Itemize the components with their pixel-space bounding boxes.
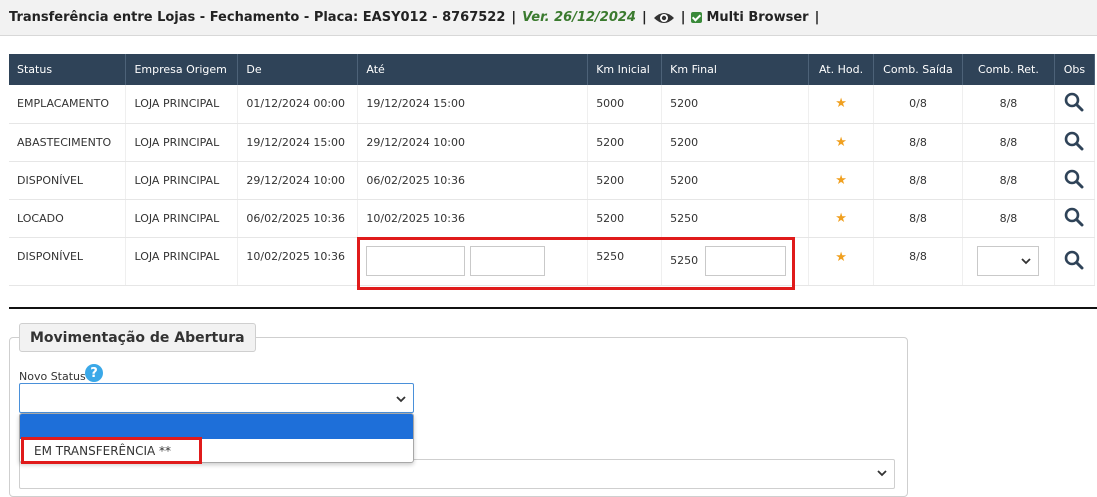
novo-status-label: Novo Status*: [19, 370, 92, 383]
separator: |: [814, 10, 820, 25]
col-header-empresa-origem[interactable]: Empresa Origem: [125, 54, 239, 85]
header-bar: Transferência entre Lojas - Fechamento -…: [0, 0, 1097, 36]
table-row: ABASTECIMENTO LOJA PRINCIPAL 19/12/2024 …: [9, 123, 1096, 162]
col-header-km-final[interactable]: Km Final: [661, 54, 810, 85]
help-icon[interactable]: ?: [85, 364, 103, 382]
col-header-at-hod[interactable]: At. Hod.: [808, 54, 875, 85]
search-icon[interactable]: [1064, 131, 1084, 151]
cell-status: LOCADO: [9, 199, 127, 238]
table-row: DISPONÍVEL LOJA PRINCIPAL 29/12/2024 10:…: [9, 161, 1096, 200]
separator: |: [511, 10, 517, 25]
cell-km-inicial: 5250: [587, 237, 663, 286]
fieldset-legend: Movimentação de Abertura: [19, 323, 256, 352]
comb-ret-select[interactable]: [977, 246, 1040, 276]
search-icon[interactable]: [1064, 169, 1084, 189]
cell-km-inicial: 5200: [587, 199, 663, 238]
multi-browser-label[interactable]: Multi Browser: [706, 10, 808, 25]
dropdown-option-em-transferencia[interactable]: EM TRANSFERÊNCIA **: [20, 439, 413, 462]
cell-de: 06/02/2025 10:36: [237, 199, 359, 238]
table-row-editable: DISPONÍVEL LOJA PRINCIPAL 10/02/2025 10:…: [9, 237, 1096, 286]
star-icon: ★: [835, 210, 847, 226]
chevron-down-icon: [1021, 258, 1032, 265]
star-icon: ★: [835, 172, 847, 188]
cell-origem: LOJA PRINCIPAL: [125, 161, 239, 200]
cell-origem: LOJA PRINCIPAL: [125, 123, 239, 162]
ate-date-input[interactable]: [366, 246, 466, 276]
divider: [9, 307, 1097, 309]
cell-km-final: 5250: [661, 199, 810, 238]
cell-status: EMPLACAMENTO: [9, 85, 127, 124]
novo-status-select[interactable]: [19, 383, 414, 413]
dropdown-option-blank[interactable]: [20, 414, 413, 439]
col-header-comb-ret[interactable]: Comb. Ret.: [962, 54, 1055, 85]
cell-comb-saida: 0/8: [873, 85, 963, 124]
cell-status: DISPONÍVEL: [9, 237, 127, 286]
search-icon[interactable]: [1064, 92, 1084, 112]
cell-origem: LOJA PRINCIPAL: [125, 199, 239, 238]
table-row: EMPLACAMENTO LOJA PRINCIPAL 01/12/2024 0…: [9, 85, 1096, 124]
cell-comb-ret: 8/8: [962, 123, 1055, 162]
col-header-comb-saida[interactable]: Comb. Saída: [873, 54, 963, 85]
search-icon[interactable]: [1064, 250, 1084, 270]
cell-ate: 10/02/2025 10:36: [357, 199, 589, 238]
status-dropdown-list: EM TRANSFERÊNCIA **: [19, 413, 414, 463]
cell-comb-ret: 8/8: [962, 161, 1055, 200]
star-icon: ★: [835, 96, 847, 112]
star-icon: ★: [835, 134, 847, 150]
version-label: Ver. 26/12/2024: [522, 10, 636, 25]
search-icon[interactable]: [1064, 207, 1084, 227]
cell-de: 19/12/2024 15:00: [237, 123, 359, 162]
eye-icon[interactable]: [653, 11, 675, 25]
star-icon: ★: [835, 249, 847, 265]
table-row: LOCADO LOJA PRINCIPAL 06/02/2025 10:36 1…: [9, 199, 1096, 238]
cell-km-inicial: 5200: [587, 161, 663, 200]
chevron-down-icon: [877, 470, 887, 477]
cell-status: DISPONÍVEL: [9, 161, 127, 200]
cell-comb-saida: 8/8: [873, 161, 963, 200]
cell-de: 01/12/2024 00:00: [237, 85, 359, 124]
table-header-row: Status Empresa Origem De Até Km Inicial …: [9, 54, 1096, 85]
cell-km-final: 5200: [661, 161, 810, 200]
ate-time-input[interactable]: [469, 246, 545, 276]
cell-status: ABASTECIMENTO: [9, 123, 127, 162]
cell-comb-ret: 8/8: [962, 199, 1055, 238]
km-final-current: 5250: [670, 254, 699, 267]
cell-ate: 29/12/2024 10:00: [357, 123, 589, 162]
cell-origem: LOJA PRINCIPAL: [125, 85, 239, 124]
secondary-select[interactable]: [19, 459, 895, 489]
cell-km-final: 5200: [661, 123, 810, 162]
movements-table: Status Empresa Origem De Até Km Inicial …: [9, 54, 1096, 286]
cell-comb-saida: 8/8: [873, 123, 963, 162]
page-title: Transferência entre Lojas - Fechamento -…: [9, 10, 506, 25]
check-icon[interactable]: [691, 12, 703, 23]
cell-de: 29/12/2024 10:00: [237, 161, 359, 200]
chevron-down-icon: [396, 396, 406, 403]
cell-km-inicial: 5200: [587, 123, 663, 162]
cell-comb-saida: 8/8: [873, 199, 963, 238]
cell-km-final: 5200: [661, 85, 810, 124]
cell-ate: 19/12/2024 15:00: [357, 85, 589, 124]
cell-ate: 06/02/2025 10:36: [357, 161, 589, 200]
separator: |: [680, 10, 686, 25]
col-header-km-inicial[interactable]: Km Inicial: [587, 54, 663, 85]
cell-km-inicial: 5000: [587, 85, 663, 124]
separator: |: [641, 10, 647, 25]
col-header-obs[interactable]: Obs: [1054, 54, 1096, 85]
col-header-de[interactable]: De: [237, 54, 359, 85]
cell-comb-ret: 8/8: [962, 85, 1055, 124]
cell-de: 10/02/2025 10:36: [237, 237, 359, 286]
cell-origem: LOJA PRINCIPAL: [125, 237, 239, 286]
col-header-ate[interactable]: Até: [357, 54, 589, 85]
col-header-status[interactable]: Status: [9, 54, 127, 85]
km-final-input[interactable]: [704, 246, 786, 276]
cell-comb-saida: 8/8: [873, 237, 963, 286]
